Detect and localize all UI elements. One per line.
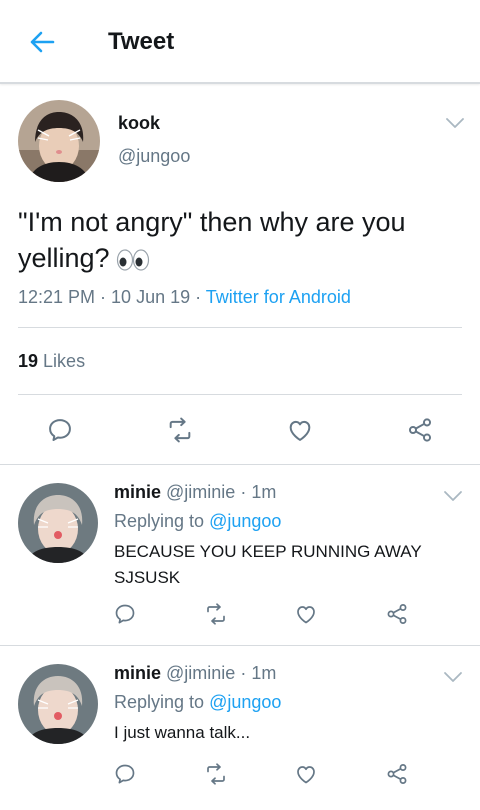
chevron-down-icon[interactable] xyxy=(442,489,464,503)
like-icon[interactable] xyxy=(294,602,318,626)
reply-time: 1m xyxy=(251,663,277,683)
avatar[interactable] xyxy=(18,664,98,744)
replying-to-label: Replying to xyxy=(114,692,205,712)
like-icon[interactable] xyxy=(286,416,314,444)
reply-author-name[interactable]: minie xyxy=(114,663,161,683)
replying-to-link[interactable]: @jungoo xyxy=(209,692,281,712)
reply-text: BECAUSE YOU KEEP RUNNING AWAY SJSUSK xyxy=(114,542,422,587)
reply-author-name[interactable]: minie xyxy=(114,482,161,502)
replying-to: Replying to @jungoo xyxy=(114,692,281,713)
tweet-meta: 12:21 PM · 10 Jun 19 · Twitter for Andro… xyxy=(18,287,351,307)
reply-header: minie @jiminie · 1m xyxy=(114,663,277,683)
avatar[interactable] xyxy=(18,100,100,182)
reply-text: I just wanna talk... xyxy=(114,723,251,742)
tweet-time: 12:21 PM xyxy=(18,287,96,307)
retweet-icon[interactable] xyxy=(204,602,228,626)
tweet-text: "I'm not angry" then why are you yelling… xyxy=(18,204,458,276)
chevron-down-icon[interactable] xyxy=(442,670,464,684)
likes-number: 19 xyxy=(18,351,39,371)
likes-label: Likes xyxy=(43,351,86,371)
tweet-source-link[interactable]: Twitter for Android xyxy=(206,287,351,307)
reply-author-handle[interactable]: @jiminie xyxy=(166,482,235,502)
back-arrow-icon[interactable] xyxy=(26,26,58,58)
reply-icon[interactable] xyxy=(46,416,74,444)
reply-author-handle[interactable]: @jiminie xyxy=(166,663,235,683)
replying-to-label: Replying to xyxy=(114,511,205,531)
retweet-icon[interactable] xyxy=(204,762,228,786)
author-name[interactable]: kook xyxy=(118,113,160,134)
replying-to-link[interactable]: @jungoo xyxy=(209,511,281,531)
top-app-bar: Tweet xyxy=(0,0,480,84)
like-icon[interactable] xyxy=(294,762,318,786)
chevron-down-icon[interactable] xyxy=(444,116,466,130)
reply-tweet[interactable]: minie @jiminie · 1m Replying to @jungoo … xyxy=(0,465,480,645)
avatar[interactable] xyxy=(18,483,98,563)
divider xyxy=(18,327,462,328)
author-handle[interactable]: @jungoo xyxy=(118,146,190,167)
reply-time: 1m xyxy=(251,482,277,502)
tweet-text-content: "I'm not angry" then why are you yelling… xyxy=(18,207,406,273)
main-tweet: kook @jungoo "I'm not angry" then why ar… xyxy=(0,86,480,464)
reply-header: minie @jiminie · 1m xyxy=(114,482,277,502)
eyes-emoji-icon xyxy=(116,249,149,271)
page-title: Tweet xyxy=(108,28,175,55)
reply-icon[interactable] xyxy=(113,762,137,786)
retweet-icon[interactable] xyxy=(166,416,194,444)
divider xyxy=(18,394,462,395)
share-icon[interactable] xyxy=(385,602,409,626)
reply-tweet[interactable]: minie @jiminie · 1m Replying to @jungoo … xyxy=(0,646,480,810)
share-icon[interactable] xyxy=(385,762,409,786)
tweet-date: 10 Jun 19 xyxy=(111,287,191,307)
reply-icon[interactable] xyxy=(113,602,137,626)
likes-count[interactable]: 19 Likes xyxy=(18,351,85,372)
share-icon[interactable] xyxy=(406,416,434,444)
replying-to: Replying to @jungoo xyxy=(114,511,281,532)
